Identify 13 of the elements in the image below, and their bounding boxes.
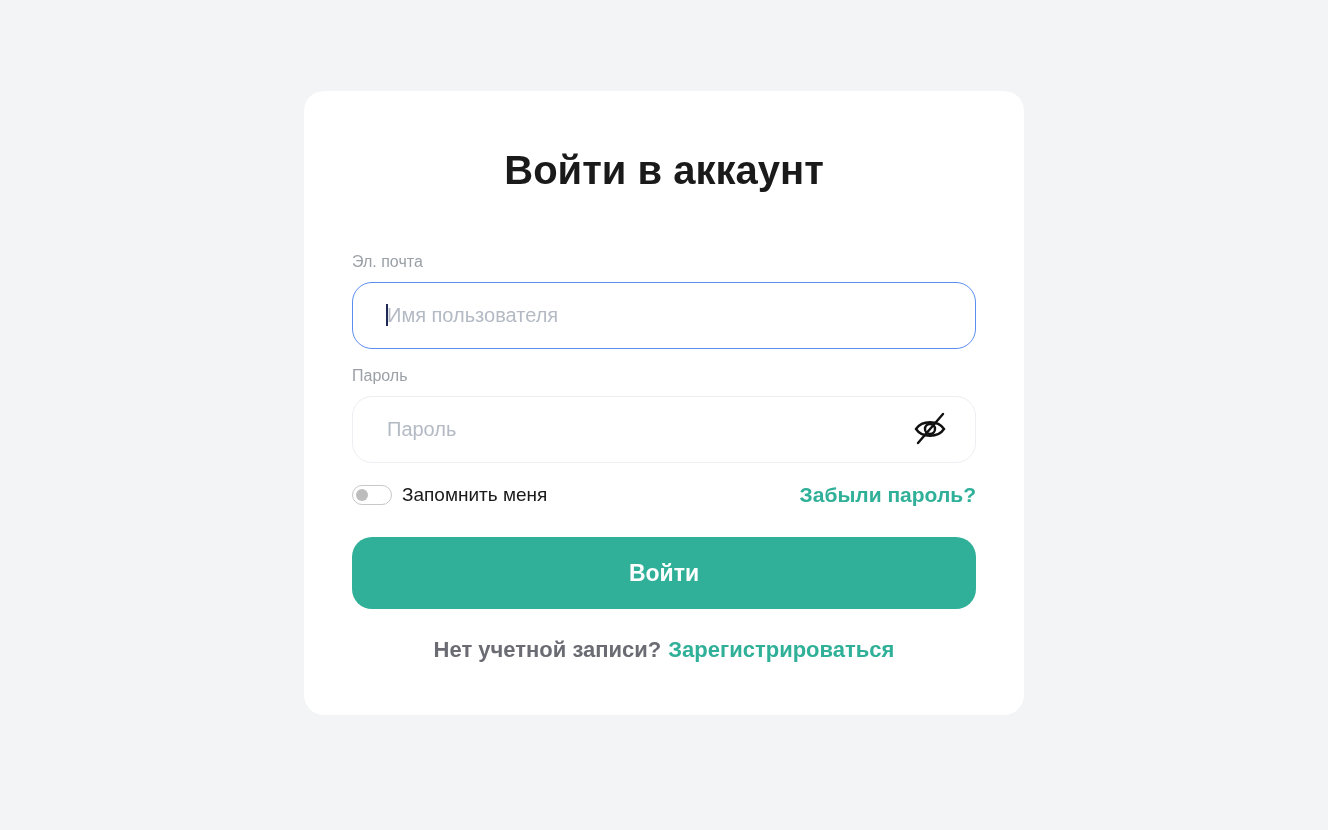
password-field[interactable]: Пароль [352, 396, 976, 463]
field-label: Эл. почта [352, 253, 423, 271]
eye-slash-icon[interactable] [912, 411, 948, 447]
remember-label: Запомнить меня [402, 484, 548, 506]
register-link[interactable]: Зарегистрироваться [668, 637, 895, 663]
field-label: Пароль [352, 367, 408, 385]
username-field[interactable]: Имя пользователя [352, 282, 976, 349]
remember-toggle[interactable] [352, 485, 392, 505]
text-cursor [386, 304, 388, 326]
forgot-password-link[interactable]: Забыли пароль? [799, 483, 976, 507]
login-title: Войти в аккаунт [504, 147, 824, 193]
no-account-text: Нет учетной записи? [433, 637, 662, 663]
login-button[interactable]: Войти [352, 537, 976, 609]
